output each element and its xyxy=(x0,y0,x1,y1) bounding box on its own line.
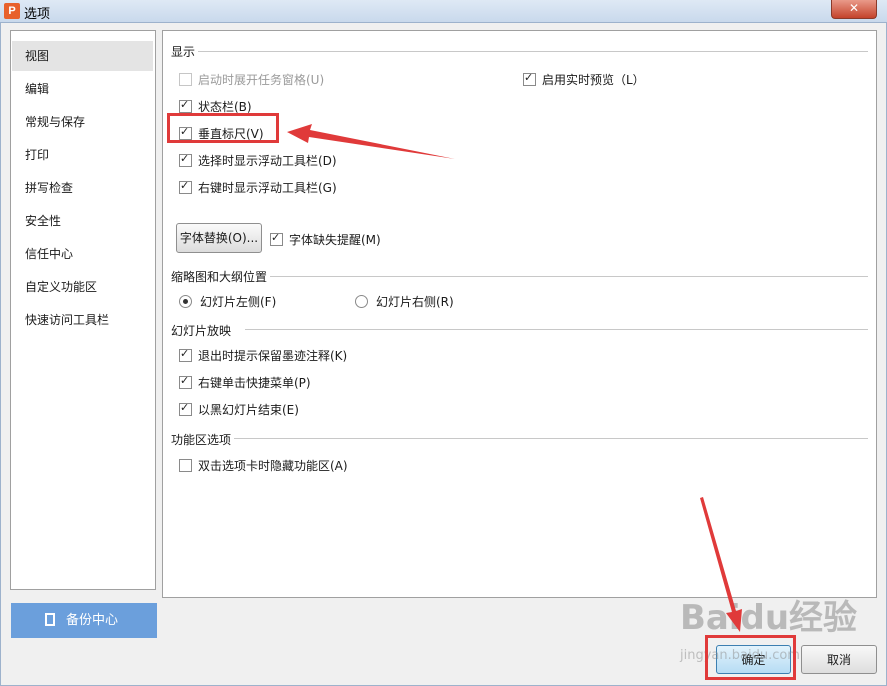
arrow-to-ok-button xyxy=(700,497,742,632)
annotation-arrows xyxy=(287,124,742,632)
arrow-to-vertical-ruler xyxy=(287,124,455,159)
